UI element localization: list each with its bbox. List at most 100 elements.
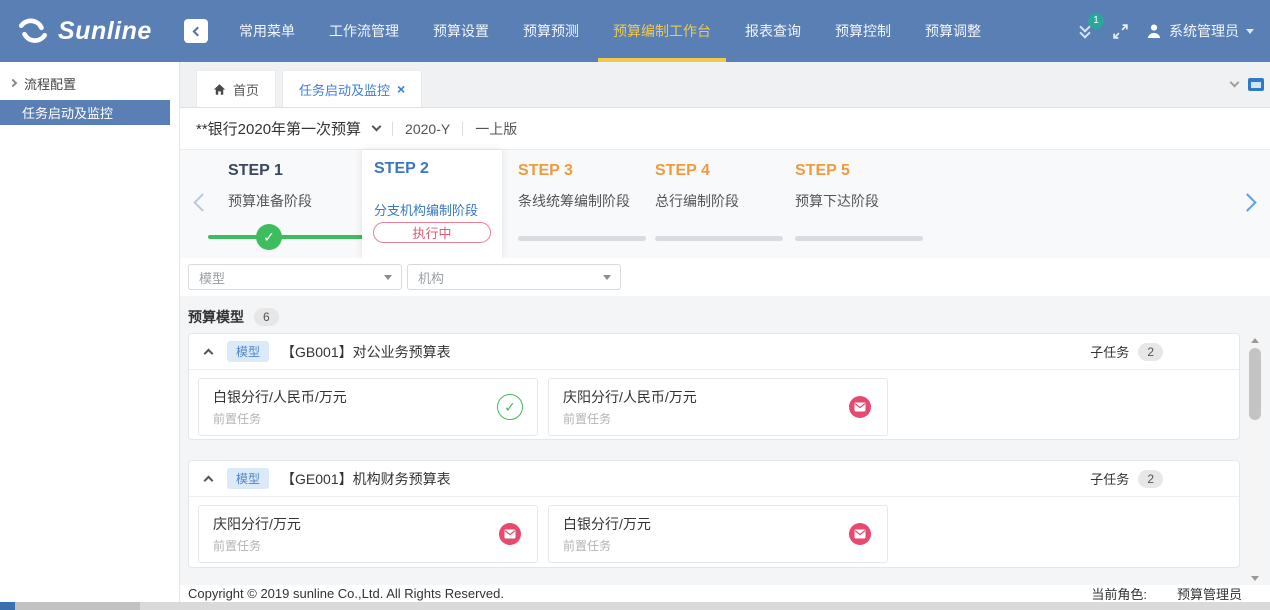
status-mail-icon <box>849 523 871 545</box>
section-title: 预算模型 <box>188 307 244 327</box>
horizontal-scrollbar[interactable] <box>0 602 1270 610</box>
home-icon <box>213 83 226 96</box>
org-filter-select[interactable]: 机构 <box>407 264 621 290</box>
sidebar-collapse-button[interactable] <box>184 19 208 43</box>
step-name: 预算准备阶段 <box>228 191 358 211</box>
logo-text: Sunline <box>58 17 152 46</box>
subtask-count-badge: 2 <box>1138 470 1163 488</box>
sidebar-item-task-monitor[interactable]: 任务启动及监控 <box>0 100 170 125</box>
collapse-icon[interactable] <box>204 348 214 358</box>
model-group-gb001: 模型 【GB001】对公业务预算表 子任务 2 白银分行/人民币/万元 前置任务… <box>188 333 1240 440</box>
sidebar: 流程配置 任务启动及监控 <box>0 62 180 602</box>
select-placeholder: 模型 <box>199 268 225 287</box>
nav-item-report-query[interactable]: 报表查询 <box>728 0 818 62</box>
model-badge: 模型 <box>227 341 269 362</box>
sidebar-item-label: 任务启动及监控 <box>22 103 113 122</box>
section-header: 预算模型 6 <box>188 307 1270 327</box>
steps-next-arrow[interactable] <box>1238 193 1256 211</box>
step-number: STEP 3 <box>518 162 648 180</box>
vertical-scroll-thumb[interactable] <box>1249 348 1261 420</box>
envelope-icon <box>854 529 866 539</box>
status-mail-icon <box>849 396 871 418</box>
steps-prev-arrow[interactable] <box>193 193 211 211</box>
task-subtitle: 前置任务 <box>563 410 611 427</box>
tab-task-monitor[interactable]: 任务启动及监控 × <box>282 70 422 107</box>
nav-item-budget-workbench[interactable]: 预算编制工作台 <box>596 0 728 62</box>
select-caret-icon <box>384 275 392 280</box>
nav-item-budget-adjust[interactable]: 预算调整 <box>908 0 998 62</box>
step-name: 条线统筹编制阶段 <box>518 191 648 211</box>
task-card-list: 白银分行/人民币/万元 前置任务 ✓ 庆阳分行/人民币/万元 前置任务 <box>189 370 1239 436</box>
fullscreen-icon[interactable] <box>1112 23 1129 40</box>
nav-item-workflow[interactable]: 工作流管理 <box>312 0 416 62</box>
subtask-label: 子任务 <box>1090 469 1129 488</box>
step-1: STEP 1 预算准备阶段 ✓ <box>228 162 358 211</box>
top-nav-bar: Sunline 常用菜单 工作流管理 预算设置 预算预测 预算编制工作台 报表查… <box>0 0 1270 62</box>
vertical-scrollbar[interactable] <box>1248 333 1262 585</box>
step-progress-pending <box>518 236 646 241</box>
sidebar-item-process-config[interactable]: 流程配置 <box>0 68 179 98</box>
envelope-icon <box>504 529 516 539</box>
chevron-left-icon <box>193 26 203 36</box>
budget-plan-selector[interactable]: **银行2020年第一次预算 <box>196 118 361 139</box>
tab-list-caret-icon[interactable] <box>1230 78 1240 88</box>
budget-period: 2020-Y <box>405 121 450 137</box>
header-right-tools: 1 系统管理员 <box>1077 21 1270 41</box>
window-maximize-icon[interactable] <box>1248 78 1264 91</box>
close-tab-icon[interactable]: × <box>397 82 405 96</box>
scroll-up-icon[interactable] <box>1248 333 1262 347</box>
task-card[interactable]: 庆阳分行/人民币/万元 前置任务 <box>548 378 888 436</box>
model-filter-select[interactable]: 模型 <box>188 264 402 290</box>
footer: Copyright © 2019 sunline Co.,Ltd. All Ri… <box>180 585 1270 602</box>
select-caret-icon <box>603 275 611 280</box>
nav-item-budget-setup[interactable]: 预算设置 <box>416 0 506 62</box>
sidebar-item-label: 流程配置 <box>24 74 76 93</box>
subtask-label: 子任务 <box>1090 342 1129 361</box>
check-circle-icon: ✓ <box>256 224 282 250</box>
model-group-title: 【GB001】对公业务预算表 <box>281 342 451 362</box>
user-name: 系统管理员 <box>1169 21 1239 41</box>
tab-label: 任务启动及监控 <box>299 80 390 99</box>
task-title: 白银分行/人民币/万元 <box>213 387 347 407</box>
task-card[interactable]: 白银分行/万元 前置任务 <box>548 505 888 563</box>
step-name: 分支机构编制阶段 <box>374 200 478 219</box>
model-group-header[interactable]: 模型 【GB001】对公业务预算表 子任务 2 <box>189 334 1239 370</box>
tab-bar-tools <box>1231 62 1270 107</box>
main-area: 首页 任务启动及监控 × **银行2020年第一次预算 2020-Y 一上版 <box>180 62 1270 602</box>
notification-badge[interactable]: 1 <box>1088 13 1104 29</box>
task-card[interactable]: 白银分行/人民币/万元 前置任务 ✓ <box>198 378 538 436</box>
status-mail-icon <box>499 523 521 545</box>
user-menu[interactable]: 系统管理员 <box>1146 21 1254 41</box>
task-card-list: 庆阳分行/万元 前置任务 白银分行/万元 前置任务 <box>189 497 1239 563</box>
main-menu: 常用菜单 工作流管理 预算设置 预算预测 预算编制工作台 报表查询 预算控制 预… <box>222 0 998 62</box>
step-wizard: STEP 1 预算准备阶段 ✓ STEP 2 分支机构编制阶段 执行中 STEP… <box>180 150 1270 258</box>
context-bar: **银行2020年第一次预算 2020-Y 一上版 <box>180 108 1270 150</box>
task-title: 白银分行/万元 <box>563 514 651 534</box>
tab-home[interactable]: 首页 <box>196 70 276 107</box>
task-title: 庆阳分行/人民币/万元 <box>563 387 697 407</box>
task-card[interactable]: 庆阳分行/万元 前置任务 <box>198 505 538 563</box>
current-role: 当前角色: 预算管理员 <box>1091 584 1270 603</box>
scroll-down-icon[interactable] <box>1248 571 1262 585</box>
nav-item-budget-forecast[interactable]: 预算预测 <box>506 0 596 62</box>
user-icon <box>1146 23 1162 39</box>
model-badge: 模型 <box>227 468 269 489</box>
step-number: STEP 4 <box>655 162 785 180</box>
subtask-counter: 子任务 2 <box>1090 342 1163 361</box>
model-count-badge: 6 <box>254 308 279 326</box>
task-title: 庆阳分行/万元 <box>213 514 301 534</box>
subtask-count-badge: 2 <box>1138 343 1163 361</box>
sunline-logo-icon <box>16 14 50 48</box>
double-chevron-down-icon[interactable]: 1 <box>1077 21 1095 41</box>
step-status-pill: 执行中 <box>373 222 491 243</box>
budget-version: 一上版 <box>475 119 517 139</box>
nav-item-common-menu[interactable]: 常用菜单 <box>222 0 312 62</box>
chevron-down-icon[interactable] <box>372 122 382 132</box>
nav-item-budget-control[interactable]: 预算控制 <box>818 0 908 62</box>
step-2-card[interactable]: STEP 2 分支机构编制阶段 执行中 <box>362 150 502 258</box>
horizontal-scroll-thumb[interactable] <box>15 602 140 610</box>
chevron-right-icon <box>9 79 17 87</box>
step-progress-done: ✓ <box>208 224 372 250</box>
collapse-icon[interactable] <box>204 475 214 485</box>
model-group-header[interactable]: 模型 【GE001】机构财务预算表 子任务 2 <box>189 461 1239 497</box>
